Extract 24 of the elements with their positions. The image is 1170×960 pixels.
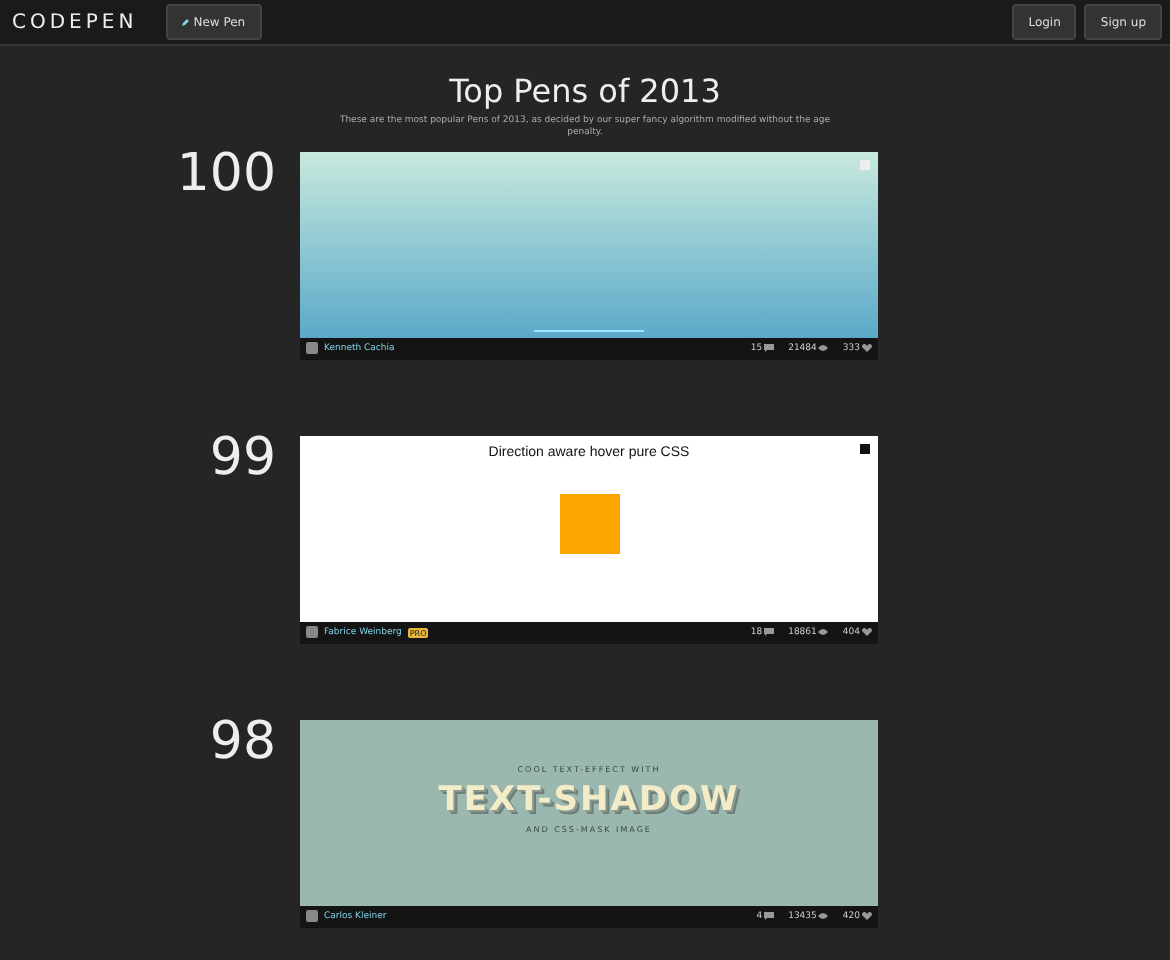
comment-icon: [764, 344, 775, 353]
heart-icon: [862, 344, 872, 353]
comment-icon: [764, 912, 775, 921]
corner-square: [860, 443, 870, 454]
eye-icon: [818, 344, 829, 353]
avatar-icon: [306, 626, 318, 639]
comment-icon: [764, 628, 775, 637]
eye-icon: [818, 912, 829, 921]
eye-icon: [818, 628, 829, 637]
avatar-icon: [306, 910, 318, 923]
rank-number: 99: [207, 431, 276, 484]
rank-number: 100: [174, 147, 276, 200]
heart-icon: [862, 628, 872, 637]
hover-square: [559, 493, 619, 554]
pencil-icon: [181, 18, 190, 26]
big-heading: TEXT-SHADOW: [438, 779, 740, 820]
avatar-icon: [306, 342, 318, 355]
pen-preview[interactable]: [300, 151, 878, 338]
bottom-line: [534, 329, 644, 332]
heart-icon: [862, 912, 872, 921]
page-title: Top Pens of 2013: [449, 72, 721, 110]
logo[interactable]: CODEPEN: [12, 11, 138, 33]
rank-number: 98: [207, 715, 276, 768]
corner-square: [860, 159, 870, 170]
